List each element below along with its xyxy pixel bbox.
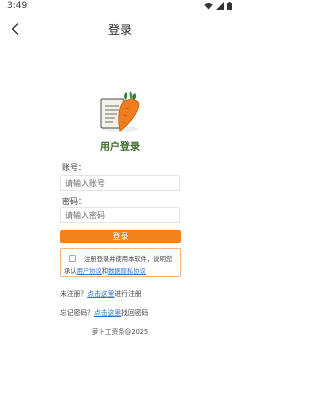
forgot-password-link[interactable]: 点击这里: [94, 309, 121, 317]
carrot-document-logo: [100, 91, 140, 132]
status-bar: 3:49: [0, 0, 240, 14]
page-title: 登录: [107, 23, 132, 37]
forgot-password-line: 忘记密码？点击这里找回密码: [60, 307, 148, 317]
register-link[interactable]: 点击这里: [87, 290, 114, 298]
account-label: 账号：: [62, 163, 86, 172]
nav-bar: 登录: [0, 14, 240, 44]
battery-icon: [227, 2, 232, 10]
status-time: 3:49: [7, 1, 28, 11]
register-prefix: 未注册？: [60, 290, 88, 298]
login-button[interactable]: 登录: [60, 230, 181, 243]
agreement-box: 注册登录并使用本软件，说明您承认用户协议和数据隐私协议: [60, 248, 181, 277]
agreement-text: 注册登录并使用本软件，说明您承认用户协议和数据隐私协议: [64, 254, 178, 278]
privacy-agreement-link[interactable]: 数据隐私协议: [108, 268, 146, 275]
app-name: 用户登录: [100, 142, 140, 153]
footer-copyright: 萝卜工资条@2025: [91, 328, 149, 336]
register-suffix: 进行注册: [114, 290, 142, 298]
register-line: 未注册？点击这里进行注册: [60, 288, 142, 298]
user-agreement-link[interactable]: 用户协议: [77, 268, 102, 275]
forgot-suffix: 找回密码: [121, 309, 149, 317]
status-icons: [204, 2, 232, 10]
forgot-prefix: 忘记密码？: [60, 309, 94, 317]
account-input[interactable]: [60, 175, 180, 191]
signal-icon: [216, 2, 224, 10]
wifi-icon: [204, 3, 213, 10]
password-input[interactable]: [60, 207, 180, 223]
password-label: 密码：: [62, 197, 86, 206]
